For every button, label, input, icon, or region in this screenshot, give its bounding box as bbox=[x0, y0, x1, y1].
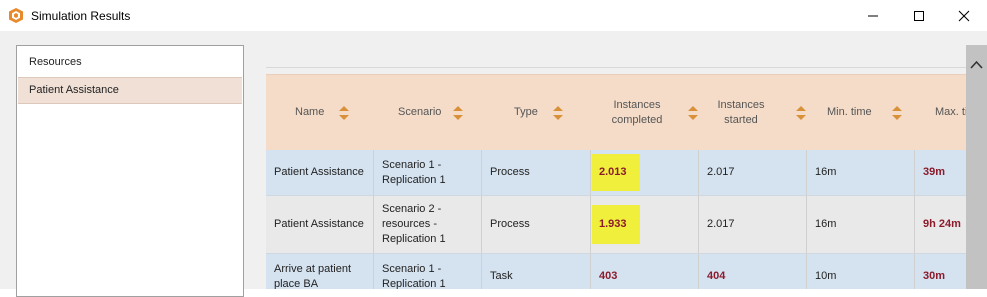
column-header-scenario[interactable]: Scenario bbox=[374, 75, 482, 150]
vertical-scrollbar[interactable] bbox=[966, 45, 987, 289]
cell-max-time: 9h 24m bbox=[923, 218, 961, 230]
sort-icon[interactable] bbox=[688, 105, 698, 121]
cell-name: Patient Assistance bbox=[266, 150, 374, 195]
results-table: Name Scenario Type Instances completed I… bbox=[266, 67, 966, 289]
minimize-icon bbox=[868, 15, 878, 16]
cell-name: Arrive at patient place BA bbox=[266, 254, 374, 289]
cell-instances-started: 2.017 bbox=[699, 196, 807, 253]
sort-icon[interactable] bbox=[892, 105, 902, 121]
maximize-icon bbox=[914, 10, 924, 21]
cell-instances-started: 2.017 bbox=[699, 150, 807, 195]
sort-icon[interactable] bbox=[339, 105, 349, 121]
sidebar-item-patient-assistance[interactable]: Patient Assistance bbox=[18, 77, 242, 104]
app-logo-icon bbox=[9, 8, 23, 23]
table-row[interactable]: Patient Assistance Scenario 2 - resource… bbox=[266, 196, 966, 254]
scroll-up-icon[interactable] bbox=[970, 60, 983, 69]
cell-scenario: Scenario 1 - Replication 1 bbox=[374, 254, 482, 289]
column-header-max-time[interactable]: Max. ti bbox=[915, 75, 966, 150]
close-button[interactable] bbox=[941, 0, 987, 31]
cell-type: Process bbox=[482, 150, 591, 195]
maximize-button[interactable] bbox=[896, 0, 942, 31]
title-bar: Simulation Results bbox=[0, 0, 987, 31]
cell-min-time: 16m bbox=[807, 150, 915, 195]
window-client: Resources Patient Assistance Name Scenar… bbox=[0, 31, 987, 297]
cell-instances-completed: 403 bbox=[591, 254, 699, 289]
cell-max-time: 39m bbox=[923, 166, 946, 178]
sidebar-item-resources[interactable]: Resources bbox=[18, 50, 242, 75]
scrollbar-thumb[interactable] bbox=[966, 45, 987, 289]
sort-icon[interactable] bbox=[453, 105, 463, 121]
table-top-divider bbox=[266, 67, 966, 68]
cell-instances-started: 404 bbox=[699, 254, 807, 289]
window-title: Simulation Results bbox=[31, 9, 131, 23]
cell-scenario: Scenario 2 - resources - Replication 1 bbox=[374, 196, 482, 253]
cell-min-time: 16m bbox=[807, 196, 915, 253]
cell-scenario: Scenario 1 - Replication 1 bbox=[374, 150, 482, 195]
sort-icon[interactable] bbox=[796, 105, 806, 121]
cell-max-time: 30m bbox=[923, 270, 946, 282]
cell-instances-completed: 1.933 bbox=[591, 196, 699, 253]
cell-name: Patient Assistance bbox=[266, 196, 374, 253]
table-row[interactable]: Patient Assistance Scenario 1 - Replicat… bbox=[266, 150, 966, 196]
table-row[interactable]: Arrive at patient place BA Scenario 1 - … bbox=[266, 254, 966, 289]
cell-type: Task bbox=[482, 254, 591, 289]
cell-type: Process bbox=[482, 196, 591, 253]
cell-min-time: 10m bbox=[807, 254, 915, 289]
column-header-min-time[interactable]: Min. time bbox=[807, 75, 915, 150]
sort-icon[interactable] bbox=[553, 105, 563, 121]
cell-instances-completed: 2.013 bbox=[591, 150, 699, 195]
column-header-instances-started[interactable]: Instances started bbox=[699, 75, 807, 150]
minimize-button[interactable] bbox=[850, 0, 896, 31]
column-header-name[interactable]: Name bbox=[266, 75, 374, 150]
results-list: Resources Patient Assistance bbox=[16, 45, 244, 297]
close-icon bbox=[958, 10, 970, 21]
column-header-type[interactable]: Type bbox=[482, 75, 591, 150]
table-header: Name Scenario Type Instances completed I… bbox=[266, 74, 966, 150]
column-header-instances-completed[interactable]: Instances completed bbox=[591, 75, 699, 150]
